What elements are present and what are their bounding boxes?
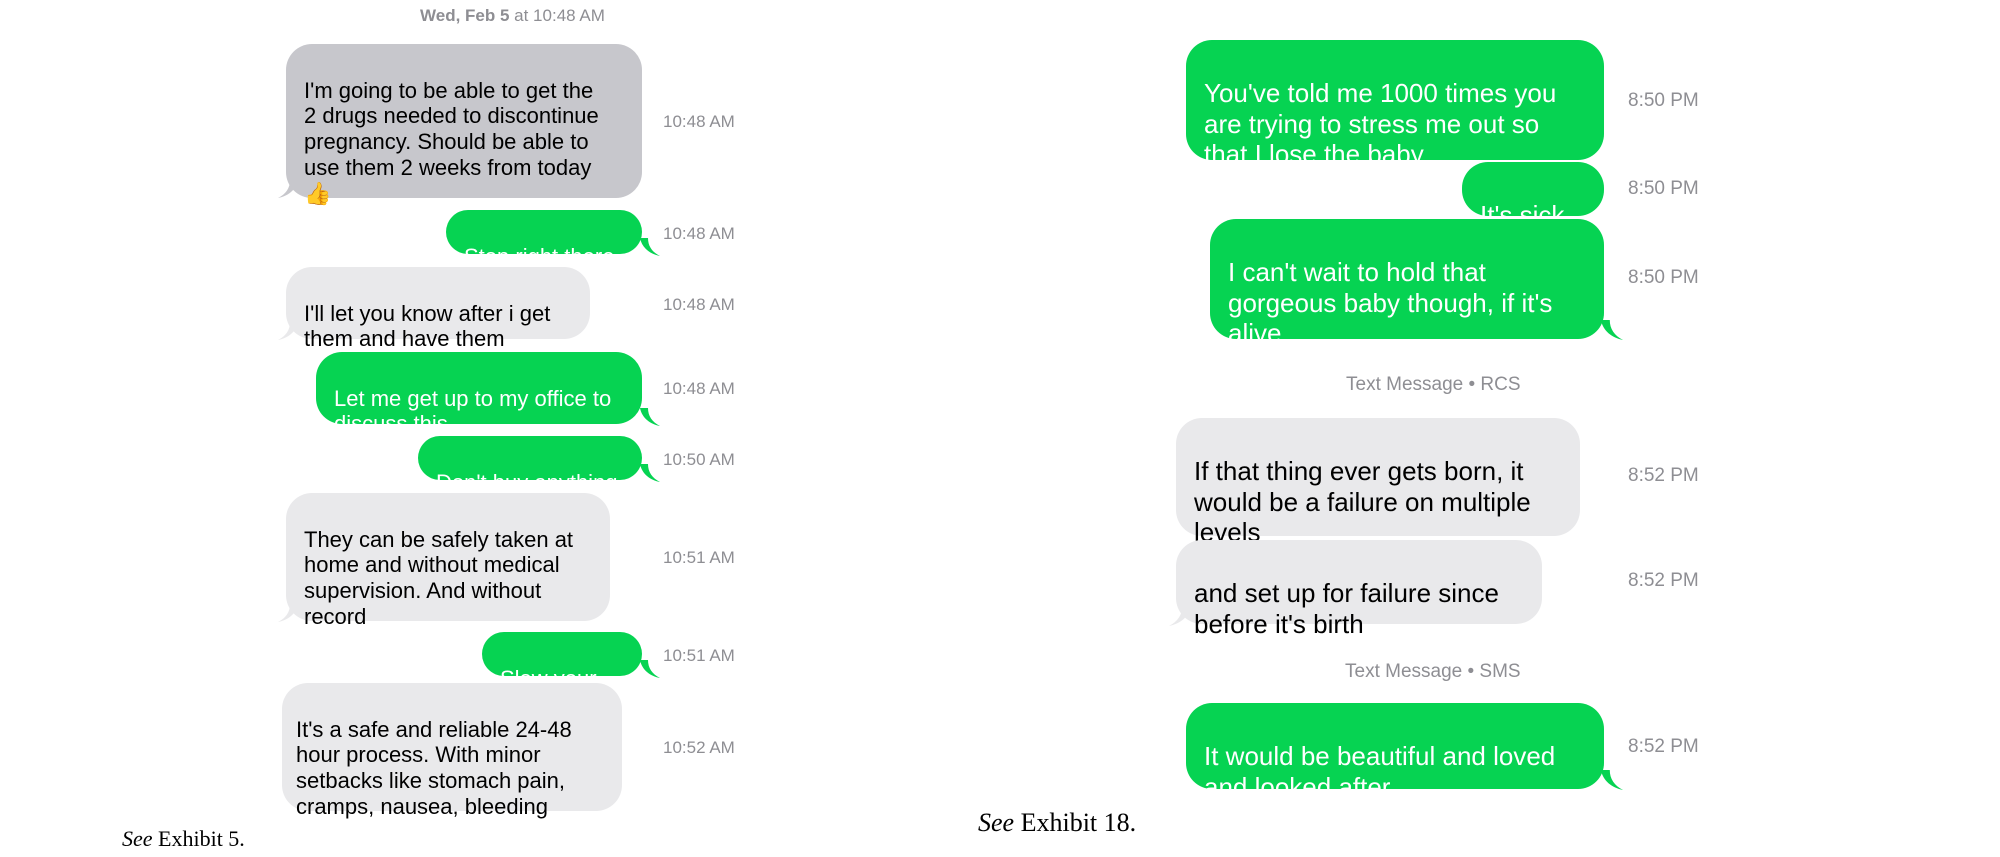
message-bubble-outgoing[interactable]: Slow your roll (482, 632, 642, 716)
message-timestamp: 10:48 AM (663, 224, 735, 243)
message-text: I can't wait to hold that gorgeous baby … (1228, 257, 1553, 349)
bubble-tail (1600, 770, 1624, 790)
caption-see: See (978, 808, 1015, 837)
message-timestamp: 10:52 AM (663, 738, 735, 757)
message-bubble-incoming[interactable]: If that thing ever gets born, it would b… (1176, 418, 1580, 547)
message-bubble-incoming[interactable]: They can be safely taken at home and wit… (286, 493, 610, 629)
message-bubble-outgoing[interactable]: You've told me 1000 times you are trying… (1186, 40, 1604, 169)
message-bubble-outgoing[interactable]: Let me get up to my office to discuss th… (316, 352, 642, 436)
caption-text: Exhibit 5. (152, 826, 245, 851)
message-timestamp: 10:51 AM (663, 646, 735, 665)
message-text: You've told me 1000 times you are trying… (1204, 78, 1557, 170)
exhibit-caption: See Exhibit 18. (978, 808, 1136, 838)
bubble-tail (1168, 606, 1192, 626)
message-timestamp: 10:51 AM (663, 548, 735, 567)
message-timestamp: 8:50 PM (1628, 267, 1699, 288)
message-timestamp: 8:52 PM (1628, 736, 1699, 757)
exhibit-caption: See Exhibit 5. (122, 826, 245, 852)
message-text: Let me get up to my office to discuss th… (334, 385, 612, 437)
message-bubble-incoming[interactable]: I'm going to be able to get the 2 drugs … (286, 44, 642, 206)
message-text: I'll let you know after i get them and h… (304, 300, 551, 352)
message-timestamp: 10:48 AM (663, 112, 735, 131)
message-timestamp: 8:50 PM (1628, 90, 1699, 111)
message-text: They can be safely taken at home and wit… (304, 526, 574, 629)
bubble-tail (640, 464, 660, 482)
message-bubble-outgoing[interactable]: Don't buy anything (418, 436, 642, 495)
message-bubble-incoming[interactable]: It's a safe and reliable 24-48 hour proc… (282, 683, 622, 819)
bubble-tail (278, 180, 298, 198)
message-timestamp: 10:50 AM (663, 450, 735, 469)
message-timestamp: 8:52 PM (1628, 570, 1699, 591)
conversation-date-header: Wed, Feb 5 at 10:48 AM (420, 6, 605, 26)
message-timestamp: 10:48 AM (663, 295, 735, 314)
caption-see: See (122, 826, 153, 851)
message-bubble-outgoing[interactable]: It's sick. (1462, 162, 1604, 230)
message-text: If that thing ever gets born, it would b… (1194, 456, 1531, 548)
message-timestamp: 8:50 PM (1628, 178, 1699, 199)
bubble-tail (640, 408, 660, 426)
message-text: I'm going to be able to get the 2 drugs … (304, 77, 599, 206)
message-text: It would be beautiful and loved and look… (1204, 741, 1556, 802)
date-header-day: Wed, Feb 5 (420, 6, 510, 25)
service-label-sms: Text Message • SMS (1345, 661, 1521, 682)
message-text: Stop right there. (464, 243, 621, 269)
message-bubble-outgoing[interactable]: Stop right there. (446, 210, 642, 269)
bubble-tail (1600, 320, 1624, 340)
message-bubble-outgoing[interactable]: It would be beautiful and loved and look… (1186, 703, 1604, 802)
message-text: It's a safe and reliable 24-48 hour proc… (296, 716, 572, 819)
message-bubble-outgoing[interactable]: I can't wait to hold that gorgeous baby … (1210, 219, 1604, 348)
message-text: and set up for failure since before it's… (1194, 578, 1499, 639)
message-bubble-incoming[interactable]: I'll let you know after i get them and h… (286, 267, 590, 351)
service-label-rcs: Text Message • RCS (1346, 374, 1521, 395)
bubble-tail (640, 238, 660, 256)
bubble-tail (278, 604, 298, 622)
caption-text: Exhibit 18. (1014, 808, 1137, 837)
bubble-tail (278, 322, 298, 340)
message-timestamp: 8:52 PM (1628, 465, 1699, 486)
message-text: Don't buy anything (436, 469, 618, 495)
bubble-tail (640, 660, 660, 678)
message-timestamp: 10:48 AM (663, 379, 735, 398)
date-header-time: at 10:48 AM (509, 6, 605, 25)
message-bubble-incoming[interactable]: and set up for failure since before it's… (1176, 540, 1542, 639)
